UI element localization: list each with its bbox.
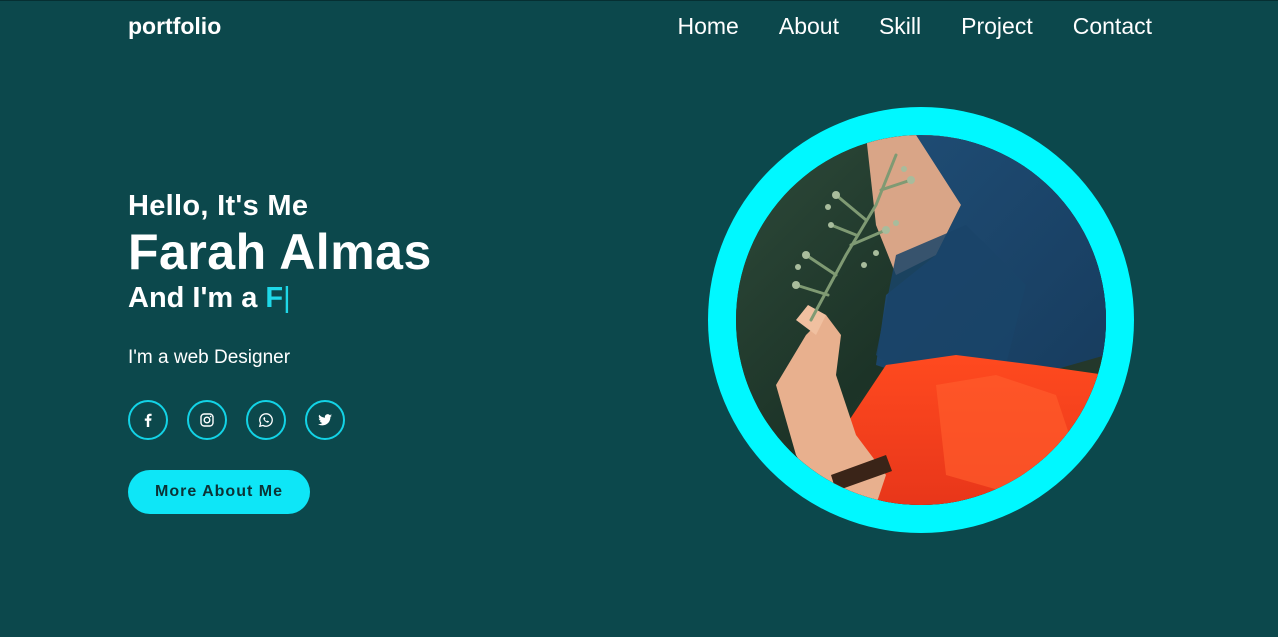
social-links [128,400,432,440]
twitter-icon [318,414,332,426]
instagram-icon [200,413,214,427]
site-header: portfolio Home About Skill Project Conta… [0,0,1278,54]
description-text: I'm a web Designer [128,347,291,368]
role-typed-text: F [265,282,284,314]
name-heading: Farah Almas [128,224,432,280]
greeting-heading: Hello, It's Me [128,190,309,222]
nav-about[interactable]: About [779,13,839,40]
hero-content: Hello, It's Me Farah Almas And I'm a F| … [128,188,432,514]
profile-photo [736,135,1106,505]
role-prefix: And I'm a [128,282,266,314]
nav-project[interactable]: Project [961,13,1033,40]
more-about-me-button[interactable]: More About Me [128,470,310,514]
nav-home[interactable]: Home [678,13,739,40]
whatsapp-link[interactable] [246,400,286,440]
profile-photo-illustration [736,135,1106,505]
twitter-link[interactable] [305,400,345,440]
profile-image-ring [708,107,1134,533]
logo-link[interactable]: portfolio [128,13,221,40]
role-heading: And I'm a F| [128,280,432,316]
typing-cursor: | [283,282,291,314]
main-nav: Home About Skill Project Contact [678,13,1153,40]
nav-contact[interactable]: Contact [1073,13,1152,40]
nav-skill[interactable]: Skill [879,13,921,40]
instagram-link[interactable] [187,400,227,440]
whatsapp-icon [258,413,273,428]
facebook-link[interactable] [128,400,168,440]
facebook-icon [144,413,152,427]
